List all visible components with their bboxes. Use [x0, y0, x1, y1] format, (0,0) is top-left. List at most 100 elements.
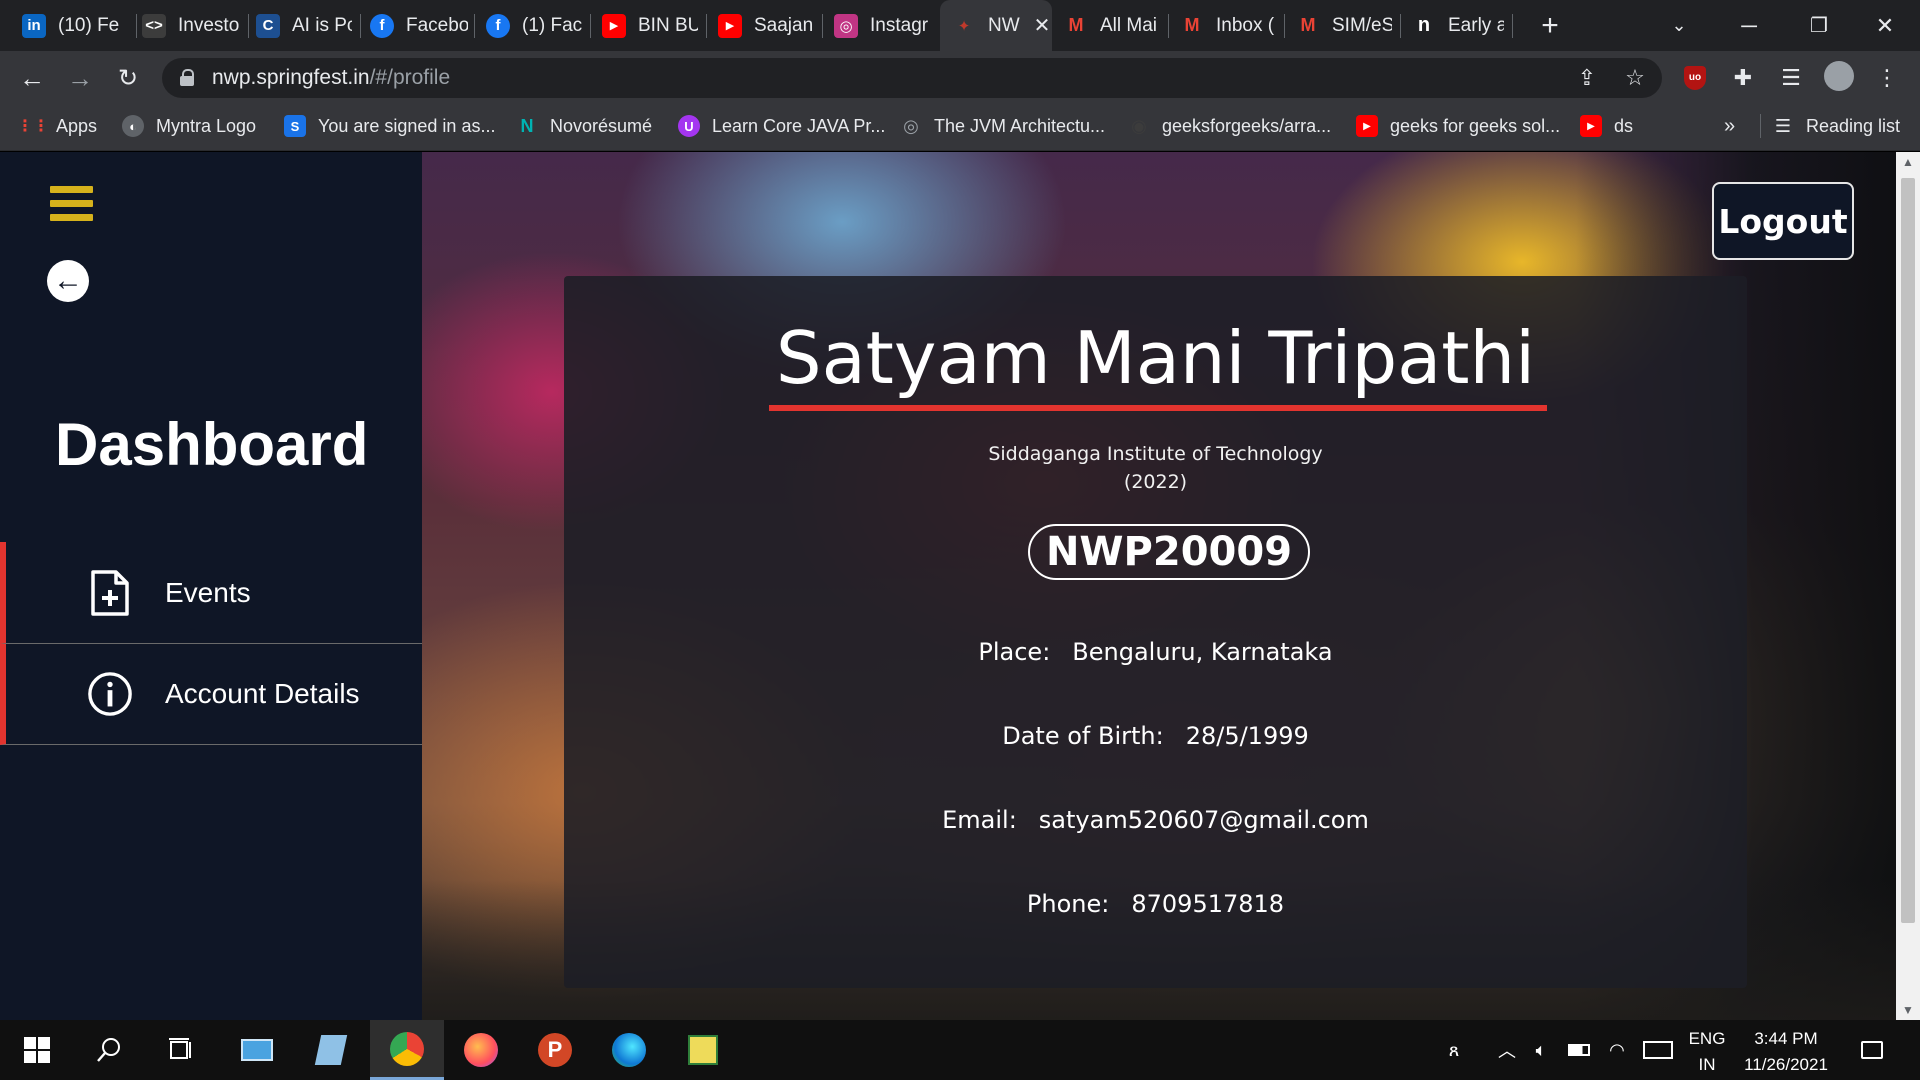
tab-title: BIN BU — [638, 14, 698, 36]
back-arrow-icon[interactable]: ← — [47, 260, 89, 302]
browser-tab[interactable]: ▶ Saajan — [718, 0, 814, 51]
language-indicator[interactable]: ENG IN — [1680, 1026, 1734, 1078]
battery-icon[interactable] — [1564, 1020, 1594, 1080]
tab-title: SIM/eS — [1332, 14, 1392, 36]
task-view-icon[interactable] — [144, 1020, 218, 1080]
close-tab-icon[interactable]: ✕ — [1034, 13, 1051, 38]
address-bar[interactable]: nwp.springfest.in/#/profile — [162, 58, 1662, 98]
scroll-up-arrow-icon[interactable]: ▲ — [1896, 152, 1920, 172]
wifi-icon[interactable]: ◠ — [1602, 1020, 1632, 1080]
share-icon[interactable]: ⇪ — [1572, 63, 1602, 93]
tab-separator — [1400, 14, 1401, 38]
notifications-icon[interactable] — [1852, 1020, 1892, 1080]
bookmark-item[interactable]: N Novorésumé — [516, 104, 653, 148]
youtube-icon: ▶ — [718, 13, 742, 38]
logout-button[interactable]: Logout — [1712, 182, 1854, 260]
browser-tab[interactable]: n Early a — [1412, 0, 1504, 51]
browser-tab[interactable]: f Facebo — [370, 0, 468, 51]
sidebar-item-account-details[interactable]: Account Details — [0, 644, 422, 745]
windows-taskbar: P ጸ ︿ 🔈︎ ◠ ENG IN 3:44 PM 11/26/2021 — [0, 1020, 1920, 1080]
profile-college: Siddaganga Institute of Technology (2022… — [564, 440, 1747, 496]
tab-title: Early a — [1448, 14, 1504, 36]
info-row-place: Place: Bengaluru, Karnataka — [564, 638, 1747, 666]
profile-card: Satyam Mani Tripathi Siddaganga Institut… — [564, 276, 1747, 988]
scroll-down-arrow-icon[interactable]: ▼ — [1896, 1000, 1920, 1020]
info-label: Phone: — [1026, 890, 1110, 918]
bookmark-item[interactable]: ◉ geeksforgeeks/arra... — [1128, 104, 1331, 148]
tab-title: Investo — [178, 14, 240, 36]
browser-tab[interactable]: M SIM/eS — [1296, 0, 1393, 51]
bookmark-item[interactable]: ▶ ds — [1580, 104, 1633, 148]
bookmark-item[interactable]: ⋮⋮ Apps — [17, 104, 97, 148]
sidebar-item-events[interactable]: Events — [0, 542, 422, 644]
bookmark-star-icon[interactable]: ☆ — [1620, 63, 1650, 93]
restore-icon[interactable]: ❐ — [1784, 0, 1854, 51]
reload-icon[interactable]: ↻ — [110, 60, 146, 96]
reading-list-button[interactable]: ☰ Reading list — [1772, 104, 1900, 148]
tab-separator — [136, 14, 137, 38]
spreadsheet-icon[interactable] — [666, 1020, 740, 1080]
edge-icon[interactable] — [592, 1020, 666, 1080]
browser-tab[interactable]: C AI is Pc — [256, 0, 352, 51]
browser-tab[interactable]: in (10) Fe — [22, 0, 134, 51]
tab-search-icon[interactable]: ⌄ — [1644, 0, 1714, 51]
forward-icon[interactable]: → — [62, 60, 98, 96]
bookmark-item[interactable]: ◐ Myntra Logo — [122, 104, 256, 148]
firefox-icon[interactable] — [444, 1020, 518, 1080]
window-close-icon[interactable]: ✕ — [1850, 0, 1920, 51]
menu-kebab-icon[interactable]: ⋮ — [1872, 63, 1902, 93]
tab-separator — [1512, 14, 1513, 38]
browser-tab-strip: in (10) Fe <> Investo C AI is Pc f Faceb… — [0, 0, 1920, 51]
browser-tab[interactable]: M All Mai — [1064, 0, 1162, 51]
more-bookmarks-button[interactable]: » — [1724, 104, 1735, 148]
gmail-icon: M — [1184, 15, 1200, 35]
tab-separator — [590, 14, 591, 38]
globe-icon: ◐ — [122, 115, 144, 137]
notepad-icon[interactable] — [294, 1020, 368, 1080]
media-control-icon[interactable]: ☰ — [1776, 63, 1806, 93]
back-icon[interactable]: ← — [14, 60, 50, 96]
novoresume-icon: N — [520, 115, 534, 136]
tab-separator — [474, 14, 475, 38]
bookmark-item[interactable]: ◎ The JVM Architectu... — [900, 104, 1105, 148]
tab-separator — [1168, 14, 1169, 38]
browser-tab[interactable]: M Inbox ( — [1180, 0, 1276, 51]
browser-tab[interactable]: <> Investo — [142, 0, 242, 51]
ublock-icon[interactable]: uo — [1680, 63, 1710, 93]
show-hidden-icons-chevron-icon[interactable]: ︿ — [1492, 1020, 1522, 1080]
browser-tab-active[interactable]: ✦ NW ✕ — [940, 0, 1052, 51]
page-scrollbar[interactable]: ▲ ▼ — [1896, 152, 1920, 1020]
bookmark-label: You are signed in as... — [318, 115, 496, 136]
search-icon[interactable] — [72, 1020, 146, 1080]
system-clock[interactable]: 3:44 PM 11/26/2021 — [1736, 1026, 1836, 1078]
bookmark-item[interactable]: ▶ geeks for geeks sol... — [1356, 104, 1560, 148]
bookmark-item[interactable]: U Learn Core JAVA Pr... — [678, 104, 885, 148]
browser-tab[interactable]: ▶ BIN BU — [602, 0, 698, 51]
new-tab-button[interactable]: + — [1528, 0, 1572, 51]
hamburger-menu-icon[interactable] — [50, 186, 93, 226]
windows-start-icon[interactable] — [0, 1020, 74, 1080]
college-name: Siddaganga Institute of Technology — [988, 443, 1323, 465]
minimize-icon[interactable]: ─ — [1714, 0, 1784, 51]
profile-avatar[interactable] — [1824, 61, 1854, 91]
browser-tab[interactable]: ◎ Instagr — [834, 0, 930, 51]
chrome-taskbar-icon[interactable] — [370, 1020, 444, 1080]
tab-title: Saajan — [754, 14, 814, 36]
extensions-icon[interactable]: ✚ — [1728, 63, 1758, 93]
people-icon[interactable]: ጸ — [1434, 1020, 1474, 1080]
bookmark-item[interactable]: S You are signed in as... — [284, 104, 495, 148]
browser-tab[interactable]: f (1) Fac — [486, 0, 582, 51]
notion-icon: n — [1417, 14, 1431, 36]
bookmark-label: The JVM Architectu... — [934, 115, 1106, 136]
volume-icon[interactable]: 🔈︎ — [1526, 1020, 1556, 1080]
bookmark-label: geeksforgeeks/arra... — [1162, 115, 1332, 136]
bookmark-label: Novorésumé — [550, 115, 653, 136]
keyboard-icon[interactable] — [1640, 1020, 1676, 1080]
this-pc-icon[interactable] — [220, 1020, 294, 1080]
wps-presentation-icon[interactable]: P — [518, 1020, 592, 1080]
scrollbar-thumb[interactable] — [1901, 178, 1915, 923]
tab-title: AI is Pc — [292, 14, 352, 36]
info-label: Place: — [978, 638, 1051, 666]
reading-list-label: Reading list — [1806, 115, 1901, 136]
youtube-icon: ▶ — [1356, 115, 1378, 137]
